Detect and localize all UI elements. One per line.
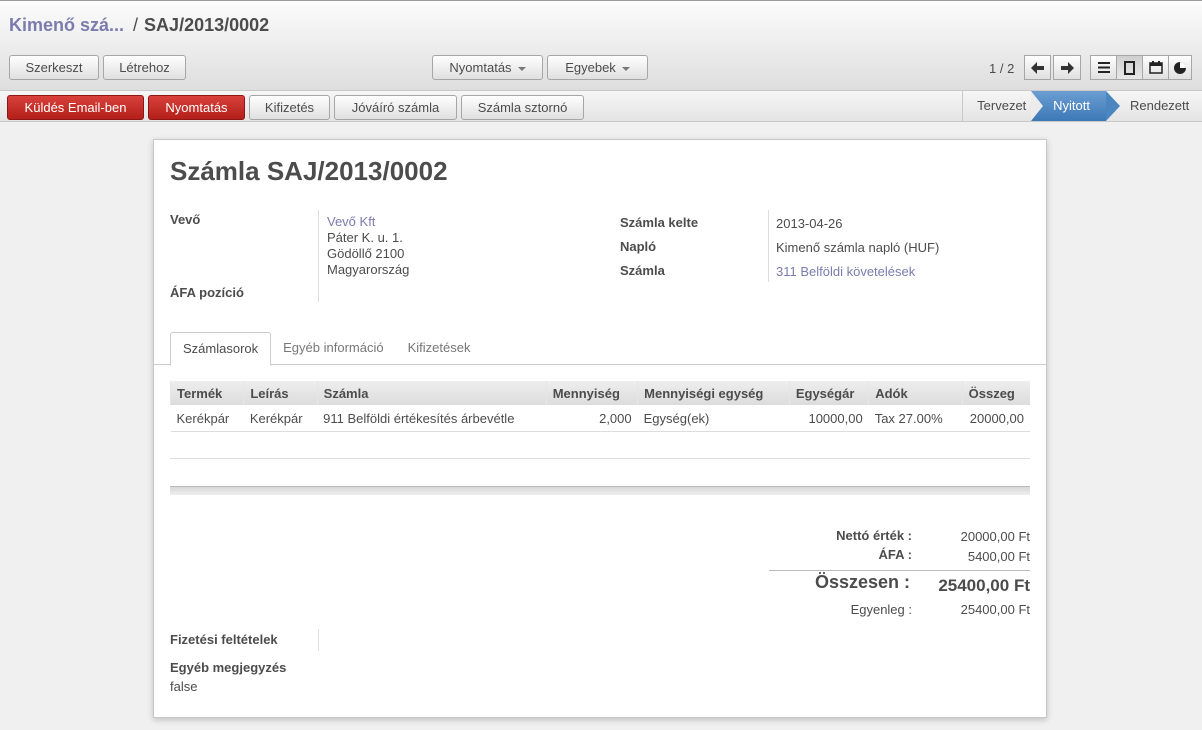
notebook-tabs: Számlasorok Egyéb információ Kifizetések — [170, 332, 482, 366]
net-amount-value: 20000,00 Ft — [960, 529, 1030, 544]
balance-value: 25400,00 Ft — [960, 602, 1030, 617]
form-view-button[interactable] — [1116, 55, 1143, 80]
workflow-steps: Tervezet Nyitott Rendezett — [962, 91, 1202, 121]
totals-divider — [769, 570, 1030, 571]
print-invoice-button[interactable]: Nyomtatás — [148, 95, 245, 120]
list-icon — [1097, 62, 1110, 73]
invoice-title: Számla SAJ/2013/0002 — [170, 156, 448, 186]
column-header[interactable]: Összeg — [961, 381, 1030, 405]
vat-amount-label: ÁFA : — [878, 547, 912, 562]
customer-label: Vevő — [170, 212, 201, 227]
calendar-view-button[interactable] — [1142, 55, 1169, 80]
other-note-label: Egyéb megjegyzés — [170, 660, 287, 675]
table-row[interactable]: Kerékpár Kerékpár 911 Belföldi értékesít… — [170, 405, 1030, 432]
list-view-button[interactable] — [1090, 55, 1117, 80]
calendar-icon — [1148, 61, 1163, 74]
create-button[interactable]: Létrehoz — [103, 55, 186, 80]
graph-icon — [1174, 61, 1186, 74]
account-label: Számla — [620, 263, 665, 278]
edit-button[interactable]: Szerkeszt — [9, 55, 99, 80]
column-header[interactable]: Számla — [316, 381, 547, 405]
pager-next-button[interactable] — [1053, 55, 1081, 80]
control-panel: Kimenő szá... / SAJ/2013/0002 Szerkeszt Lé… — [0, 0, 1202, 90]
table-header-row: Termék Leírás Számla Mennyiség Mennyiség… — [169, 381, 1030, 405]
form-icon — [1124, 60, 1135, 75]
pager-value: 1 / 2 — [989, 61, 1015, 76]
graph-view-button[interactable] — [1168, 55, 1192, 80]
register-payment-button[interactable]: Kifizetés — [249, 95, 330, 120]
breadcrumb-parent[interactable]: Kimenő szá... — [9, 15, 124, 35]
customer-link[interactable]: Vevő Kft — [327, 214, 375, 229]
customer-address-country: Magyarország — [327, 262, 410, 277]
cell-product: Kerékpár — [170, 405, 244, 432]
more-dropdown-label: Egyebek — [565, 60, 616, 75]
tab-payments[interactable]: Kifizetések — [396, 332, 483, 364]
cell-amount: 20000,00 — [962, 405, 1030, 432]
pager-previous-button[interactable] — [1024, 55, 1051, 80]
column-header[interactable]: Leírás — [243, 381, 318, 405]
journal-value: Kimenő számla napló (HUF) — [776, 240, 940, 255]
invoice-form-sheet: Számla SAJ/2013/0002 Vevő Vevő Kft Páter… — [153, 139, 1047, 718]
column-header[interactable]: Adók — [868, 381, 963, 405]
account-link[interactable]: 311 Belföldi követelések — [776, 264, 915, 279]
other-note-value: false — [170, 679, 198, 694]
more-dropdown[interactable]: Egyebek — [547, 55, 648, 80]
breadcrumb-current: SAJ/2013/0002 — [144, 15, 270, 35]
cell-uom: Egység(ek) — [637, 405, 790, 432]
print-dropdown-label: Nyomtatás — [449, 60, 512, 75]
payment-terms-label: Fizetési feltételek — [170, 632, 278, 647]
invoice-date-value: 2013-04-26 — [776, 216, 843, 231]
print-dropdown[interactable]: Nyomtatás — [432, 55, 543, 80]
table-footer — [170, 486, 1030, 495]
cell-unit-price: 10000,00 — [789, 405, 869, 432]
step-open: Nyitott — [1031, 91, 1120, 121]
caret-down-icon — [621, 66, 630, 71]
column-header[interactable]: Mennyiségi egység — [637, 381, 790, 405]
total-value: 25400,00 Ft — [938, 576, 1030, 595]
status-bar: Küldés Email-ben Nyomtatás Kifizetés Jóv… — [0, 90, 1202, 122]
column-header[interactable]: Termék — [169, 381, 244, 405]
invoice-date-label: Számla kelte — [620, 215, 699, 230]
field-divider — [768, 210, 769, 282]
send-email-button[interactable]: Küldés Email-ben — [7, 95, 144, 120]
cell-description: Kerékpár — [243, 405, 318, 432]
field-divider — [318, 629, 319, 651]
cell-taxes: Tax 27.00% — [868, 405, 963, 432]
tab-other-info[interactable]: Egyéb információ — [271, 332, 395, 364]
cell-quantity: 2,000 — [546, 405, 638, 432]
total-label: Összesen : — [814, 572, 910, 592]
cancel-invoice-button[interactable]: Számla sztornó — [461, 95, 584, 120]
net-amount-label: Nettó érték : — [836, 528, 912, 543]
arrow-left-icon — [1030, 61, 1044, 74]
arrow-right-icon — [1061, 61, 1074, 74]
customer-address-city: Gödöllő 2100 — [327, 246, 405, 261]
journal-label: Napló — [620, 239, 657, 254]
caret-down-icon — [517, 66, 526, 71]
cell-account: 911 Belföldi értékesítés árbevétle — [317, 405, 547, 432]
invoice-lines-table: Termék Leírás Számla Mennyiség Mennyiség… — [169, 381, 1030, 432]
balance-label: Egyenleg : — [850, 602, 912, 617]
step-paid: Rendezett — [1130, 98, 1190, 113]
field-divider — [318, 210, 319, 302]
breadcrumb: Kimenő szá... / SAJ/2013/0002 — [9, 15, 269, 36]
tab-invoice-lines[interactable]: Számlasorok — [170, 332, 272, 366]
fiscal-position-label: ÁFA pozíció — [170, 285, 244, 300]
vat-amount-value: 5400,00 Ft — [967, 549, 1030, 564]
column-header[interactable]: Egységár — [788, 381, 869, 405]
table-empty-row-divider — [170, 458, 1030, 459]
step-draft: Tervezet — [962, 91, 1031, 121]
customer-address-street: Páter K. u. 1. — [327, 230, 403, 245]
credit-note-button[interactable]: Jóváíró számla — [334, 95, 457, 120]
breadcrumb-separator: / — [133, 15, 139, 35]
column-header[interactable]: Mennyiség — [545, 381, 638, 405]
